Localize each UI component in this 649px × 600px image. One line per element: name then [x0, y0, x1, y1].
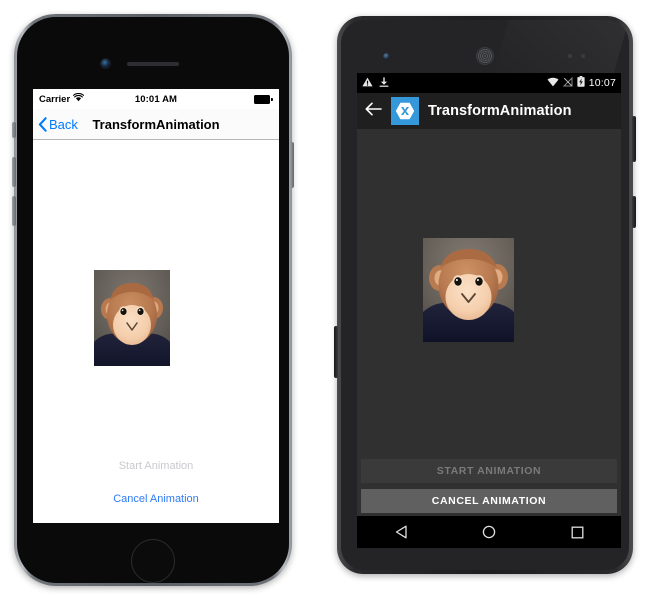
screenshot-stage: Carrier 10:01 AM Back TransformAnimation… — [0, 0, 649, 600]
chevron-left-icon — [38, 116, 47, 132]
nav-home-circle-icon[interactable] — [469, 516, 509, 548]
android-app-bar: TransformAnimation — [357, 93, 621, 129]
battery-full-icon — [254, 94, 273, 104]
back-button-label: Back — [49, 116, 78, 132]
home-button[interactable] — [131, 539, 175, 583]
iphone-power-button[interactable] — [290, 142, 294, 188]
front-camera-icon — [383, 53, 390, 60]
start-animation-button[interactable]: Start Animation — [33, 455, 279, 477]
ios-action-list: Start Animation Cancel Animation — [33, 455, 279, 510]
android-screen: 10:07 TransformAnimation START ANIMATION… — [357, 73, 621, 548]
earpiece-speaker-icon — [477, 48, 493, 64]
ios-status-right — [203, 94, 273, 104]
ios-screen: Carrier 10:01 AM Back TransformAnimation… — [33, 89, 279, 523]
wifi-icon — [547, 77, 559, 90]
battery-charging-icon — [577, 76, 585, 90]
arrow-left-icon[interactable] — [365, 102, 382, 121]
android-volume-button[interactable] — [632, 196, 636, 228]
cancel-animation-button[interactable]: CANCEL ANIMATION — [361, 489, 617, 513]
android-nav-bar — [357, 516, 621, 548]
android-power-button[interactable] — [632, 116, 636, 162]
android-device: 10:07 TransformAnimation START ANIMATION… — [334, 16, 636, 574]
warning-triangle-icon — [362, 77, 373, 90]
no-signal-icon — [562, 76, 573, 90]
app-bar-title: TransformAnimation — [428, 103, 572, 119]
xamarin-logo-icon — [391, 97, 419, 125]
nav-recents-square-icon[interactable] — [557, 516, 597, 548]
front-camera-icon — [101, 59, 110, 68]
android-side-button[interactable] — [334, 326, 338, 378]
monkey-photo — [423, 238, 514, 342]
ios-content-area: Start Animation Cancel Animation — [33, 140, 279, 522]
monkey-photo — [94, 270, 170, 366]
android-status-right: 10:07 — [547, 76, 616, 90]
proximity-sensors-icon — [568, 54, 585, 58]
android-button-group: START ANIMATION CANCEL ANIMATION — [357, 459, 621, 516]
ios-clock: 10:01 AM — [134, 93, 178, 105]
earpiece-speaker-icon — [127, 62, 179, 66]
cancel-animation-button[interactable]: Cancel Animation — [33, 488, 279, 510]
ios-status-bar: Carrier 10:01 AM — [33, 89, 279, 109]
android-status-bar: 10:07 — [357, 73, 621, 93]
iphone-silent-switch[interactable] — [12, 122, 16, 138]
ios-nav-bar: Back TransformAnimation — [33, 109, 279, 140]
back-button[interactable]: Back — [33, 117, 78, 132]
iphone-volume-up-button[interactable] — [12, 157, 16, 187]
iphone-device: Carrier 10:01 AM Back TransformAnimation… — [12, 14, 294, 586]
download-icon — [379, 76, 389, 90]
android-bezel: 10:07 TransformAnimation START ANIMATION… — [341, 20, 629, 570]
iphone-bezel: Carrier 10:01 AM Back TransformAnimation… — [17, 17, 289, 583]
android-clock: 10:07 — [588, 77, 616, 89]
ios-carrier-label: Carrier — [39, 93, 71, 105]
android-content-area — [357, 129, 621, 459]
iphone-volume-down-button[interactable] — [12, 196, 16, 226]
start-animation-button[interactable]: START ANIMATION — [361, 459, 617, 483]
ios-status-left: Carrier — [39, 92, 109, 105]
android-status-left — [362, 76, 389, 90]
wifi-icon — [73, 92, 85, 105]
nav-back-triangle-icon[interactable] — [381, 516, 421, 548]
